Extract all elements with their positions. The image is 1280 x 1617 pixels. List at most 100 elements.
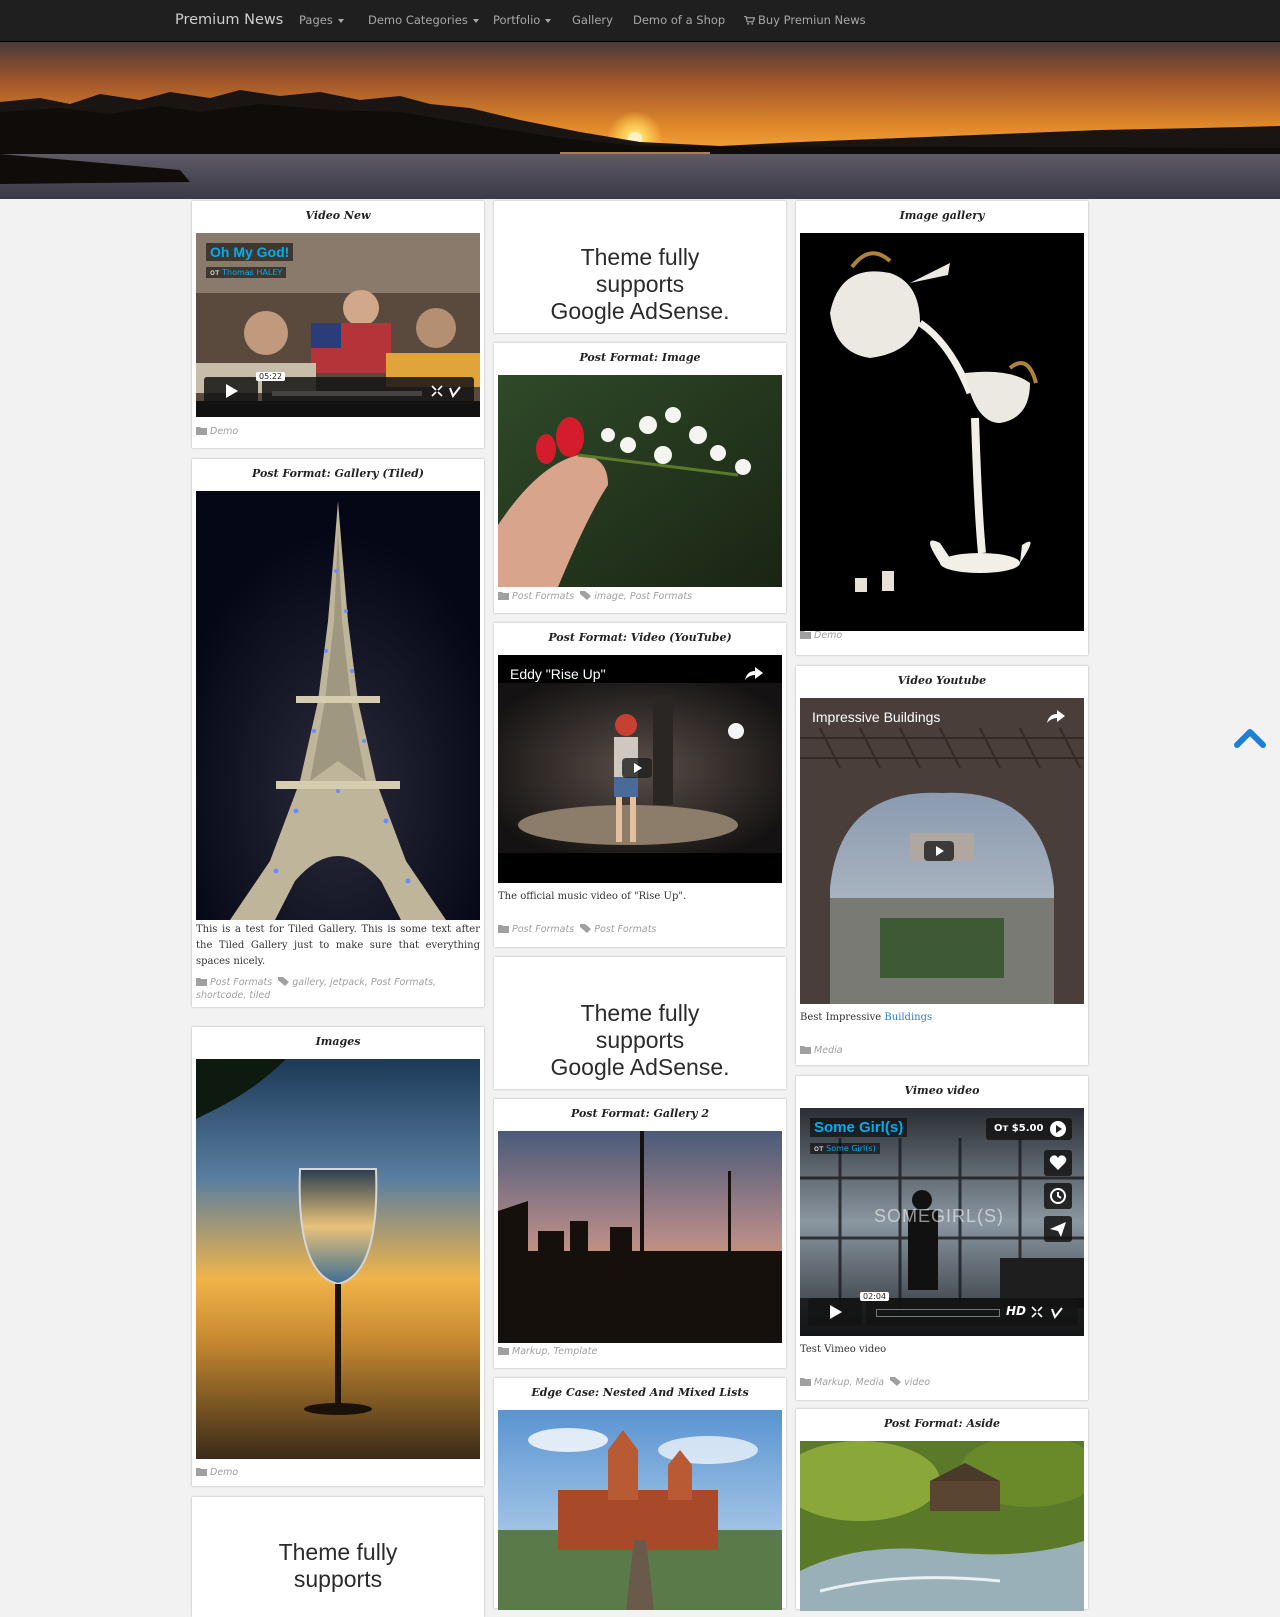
youtube-video-title[interactable]: Eddy "Rise Up" bbox=[510, 666, 606, 682]
tag-links[interactable]: video bbox=[904, 1377, 930, 1388]
vimeo-buy-button[interactable]: От $5.00 bbox=[986, 1118, 1072, 1140]
nav-portfolio[interactable]: Portfolio bbox=[493, 0, 552, 41]
youtube-player[interactable]: Eddy "Rise Up" bbox=[498, 655, 782, 883]
post-title[interactable]: Image gallery bbox=[796, 209, 1088, 222]
post-title[interactable]: Vimeo video bbox=[796, 1084, 1088, 1097]
nav-demo-categories[interactable]: Demo Categories bbox=[368, 0, 479, 41]
category-link[interactable]: Post Formats bbox=[512, 924, 574, 935]
play-button[interactable] bbox=[622, 758, 652, 778]
nav-buy[interactable]: Buy Premiun News bbox=[744, 0, 866, 41]
tag-links[interactable]: image, Post Formats bbox=[594, 591, 692, 602]
post-title[interactable]: Post Format: Gallery 2 bbox=[494, 1107, 786, 1120]
post-excerpt: The official music video of "Rise Up". bbox=[498, 891, 687, 902]
post-title[interactable]: Video Youtube bbox=[796, 674, 1088, 687]
post-image-wine-glass[interactable] bbox=[196, 1059, 480, 1459]
category-link[interactable]: Demo bbox=[210, 1467, 238, 1478]
post-image-flowers[interactable] bbox=[498, 375, 782, 587]
play-circle-icon bbox=[1050, 1121, 1066, 1137]
vimeo-byline: от Some Girl(s) bbox=[810, 1143, 880, 1154]
youtube-video-title[interactable]: Impressive Buildings bbox=[812, 709, 940, 725]
clock-icon bbox=[1050, 1188, 1066, 1204]
caret-down-icon bbox=[472, 18, 479, 23]
tag-links[interactable]: Post Formats bbox=[594, 924, 656, 935]
vimeo-video-title[interactable]: Oh My God! bbox=[206, 243, 294, 261]
play-icon bbox=[830, 1305, 842, 1319]
category-link[interactable]: Post Formats bbox=[210, 977, 272, 988]
post-title[interactable]: Post Format: Image bbox=[494, 351, 786, 364]
tag-links[interactable]: shortcode, tiled bbox=[196, 990, 270, 1001]
video-overlay-text: SOMEGIRL(S) bbox=[874, 1206, 1005, 1226]
tag-links[interactable]: gallery, jetpack, Post Formats, bbox=[292, 977, 436, 988]
post-meta: Markup, Media video bbox=[800, 1377, 1084, 1388]
post-card-edge-case: Edge Case: Nested And Mixed Lists bbox=[494, 1378, 786, 1610]
nav-pages[interactable]: Pages bbox=[299, 0, 344, 41]
tag-icon bbox=[278, 977, 290, 986]
post-title[interactable]: Post Format: Aside bbox=[796, 1417, 1088, 1430]
folder-icon bbox=[196, 978, 207, 986]
fullscreen-icon[interactable] bbox=[430, 384, 444, 398]
like-button[interactable] bbox=[1044, 1150, 1072, 1176]
category-link[interactable]: Media bbox=[814, 1045, 843, 1056]
post-image-sunset-city[interactable] bbox=[498, 1131, 782, 1343]
post-card-gallery-tiled: Post Format: Gallery (Tiled) This is a t… bbox=[192, 459, 484, 1007]
post-meta: Post Formats gallery, jetpack, Post Form… bbox=[196, 976, 480, 1002]
brand-link[interactable]: Premium News bbox=[175, 0, 283, 41]
post-title[interactable]: Video New bbox=[192, 209, 484, 222]
play-icon bbox=[936, 846, 944, 856]
category-link[interactable]: Demo bbox=[814, 630, 842, 641]
video-progress-bar[interactable]: HD bbox=[866, 1298, 1078, 1326]
share-icon[interactable] bbox=[745, 667, 763, 681]
post-image-castle[interactable] bbox=[498, 1410, 782, 1610]
youtube-player[interactable]: Impressive Buildings bbox=[800, 698, 1084, 1004]
play-button[interactable] bbox=[924, 841, 954, 861]
folder-icon bbox=[800, 631, 811, 639]
post-excerpt: Best Impressive Buildings bbox=[800, 1012, 933, 1023]
post-title[interactable]: Edge Case: Nested And Mixed Lists bbox=[494, 1386, 786, 1399]
video-duration: 05:22 bbox=[256, 372, 286, 381]
caret-down-icon bbox=[337, 18, 344, 23]
scroll-to-top-icon[interactable] bbox=[1234, 726, 1266, 748]
post-meta: Demo bbox=[800, 630, 1084, 641]
post-title[interactable]: Post Format: Gallery (Tiled) bbox=[192, 467, 484, 480]
post-title[interactable]: Images bbox=[192, 1035, 484, 1048]
watch-later-button[interactable] bbox=[1044, 1183, 1072, 1209]
folder-icon bbox=[800, 1378, 811, 1386]
share-button[interactable] bbox=[1044, 1216, 1072, 1242]
post-image-river[interactable] bbox=[800, 1441, 1084, 1611]
nav-demo-shop[interactable]: Demo of a Shop bbox=[633, 0, 725, 41]
nav-gallery[interactable]: Gallery bbox=[572, 0, 613, 41]
caret-down-icon bbox=[545, 18, 552, 23]
vimeo-player[interactable]: Oh My God! от Thomas HALEY 05:22 bbox=[196, 233, 480, 417]
fullscreen-icon[interactable] bbox=[1030, 1305, 1044, 1319]
folder-icon bbox=[498, 925, 509, 933]
hd-toggle[interactable]: HD bbox=[1006, 1304, 1026, 1318]
play-button[interactable] bbox=[204, 377, 258, 405]
category-link[interactable]: Post Formats bbox=[512, 591, 574, 602]
cart-icon bbox=[744, 16, 755, 25]
post-card-video-youtube: Video Youtube Impressive Buildings Best … bbox=[796, 666, 1088, 1065]
adsense-text: Theme fully supports bbox=[278, 1539, 398, 1592]
vimeo-video-title[interactable]: Some Girl(s) bbox=[810, 1118, 908, 1137]
vimeo-logo-icon[interactable] bbox=[448, 384, 462, 398]
category-link[interactable]: Markup, Template bbox=[512, 1346, 597, 1357]
tag-icon bbox=[580, 591, 592, 600]
post-excerpt: Test Vimeo video bbox=[800, 1344, 887, 1355]
category-link[interactable]: Markup, Media bbox=[814, 1377, 884, 1388]
buildings-link[interactable]: Buildings bbox=[884, 1012, 932, 1023]
post-card-video-new: Video New Oh My God! от Thomas HALEY 05:… bbox=[192, 201, 484, 448]
play-button[interactable] bbox=[808, 1298, 862, 1326]
vimeo-logo-icon[interactable] bbox=[1050, 1305, 1064, 1319]
folder-icon bbox=[498, 592, 509, 600]
category-link[interactable]: Demo bbox=[210, 426, 238, 437]
adsense-text: Theme fully supports Google AdSense. bbox=[550, 244, 730, 324]
post-title[interactable]: Post Format: Video (YouTube) bbox=[494, 631, 786, 644]
video-progress-bar[interactable] bbox=[262, 377, 474, 405]
post-card-gallery-2: Post Format: Gallery 2 Markup, Template bbox=[494, 1099, 786, 1368]
folder-icon bbox=[498, 1347, 509, 1355]
post-card-format-image: Post Format: Image Post Formats image, P… bbox=[494, 343, 786, 613]
heart-icon bbox=[1049, 1155, 1067, 1170]
post-image-eiffel-tower[interactable] bbox=[196, 491, 480, 920]
share-icon[interactable] bbox=[1047, 710, 1065, 724]
vimeo-player[interactable]: Some Girl(s) от Some Girl(s) От $5.00 SO… bbox=[800, 1108, 1084, 1336]
post-image-pouring-milk[interactable] bbox=[800, 233, 1084, 631]
